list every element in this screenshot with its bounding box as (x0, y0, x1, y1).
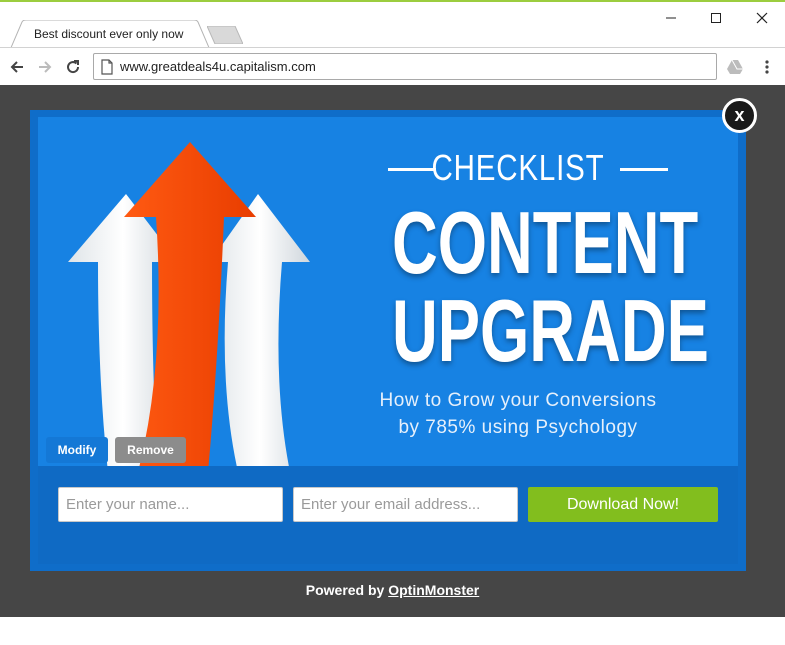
popup-close-button[interactable]: x (722, 98, 757, 133)
address-url: www.greatdeals4u.capitalism.com (120, 59, 316, 74)
arrows-graphic (68, 142, 310, 466)
headline-line-2: UPGRADE (392, 281, 709, 380)
tab-strip: Best discount ever only now (0, 2, 785, 50)
powered-by-prefix: Powered by (305, 582, 385, 598)
kebab-menu-icon (765, 60, 769, 74)
name-input[interactable] (58, 487, 283, 522)
email-input[interactable] (293, 487, 518, 522)
minimize-button[interactable] (659, 6, 683, 30)
close-window-button[interactable] (750, 6, 774, 30)
subtitle-line-2: by 785% using Psychology (398, 417, 638, 438)
subtitle-line-1: How to Grow your Conversions (379, 390, 657, 411)
reload-icon (67, 60, 80, 74)
close-x-icon: x (734, 105, 745, 125)
drive-icon (727, 59, 743, 74)
remove-button[interactable]: Remove (115, 437, 186, 463)
menu-button[interactable] (756, 56, 778, 78)
optin-popup: CHECKLIST CONTENT UPGRADE How to Grow yo… (30, 110, 746, 571)
extension-button[interactable] (724, 56, 746, 78)
headline-line-1: CONTENT (392, 193, 699, 292)
maximize-button[interactable] (704, 6, 728, 30)
maximize-icon (711, 13, 721, 23)
eyebrow-text: CHECKLIST (431, 147, 605, 188)
forward-button[interactable] (34, 56, 56, 78)
arrow-right-icon (39, 61, 52, 73)
arrow-left-icon (10, 61, 23, 73)
page-icon (101, 59, 113, 75)
browser-toolbar: www.greatdeals4u.capitalism.com (0, 47, 785, 85)
popup-hero: CHECKLIST CONTENT UPGRADE How to Grow yo… (38, 117, 738, 466)
heading-rule-right (620, 168, 668, 171)
download-now-button[interactable]: Download Now! (528, 487, 718, 522)
page-overlay: CHECKLIST CONTENT UPGRADE How to Grow yo… (0, 85, 785, 617)
reload-button[interactable] (62, 56, 84, 78)
tab-title: Best discount ever only now (34, 27, 184, 41)
modify-button[interactable]: Modify (46, 437, 108, 463)
address-bar[interactable]: www.greatdeals4u.capitalism.com (93, 53, 717, 80)
powered-by: Powered by OptinMonster (0, 582, 785, 598)
optinmonster-link[interactable]: OptinMonster (388, 582, 479, 598)
checklist-heading: CHECKLIST (358, 147, 678, 188)
minimize-icon (666, 17, 676, 19)
browser-tab-active[interactable]: Best discount ever only now (10, 20, 210, 50)
back-button[interactable] (6, 56, 28, 78)
optin-form: Download Now! (38, 466, 738, 564)
new-tab-button[interactable] (207, 26, 243, 44)
close-icon (756, 12, 768, 24)
browser-window: Best discount ever only now www.greatdea… (0, 0, 785, 645)
